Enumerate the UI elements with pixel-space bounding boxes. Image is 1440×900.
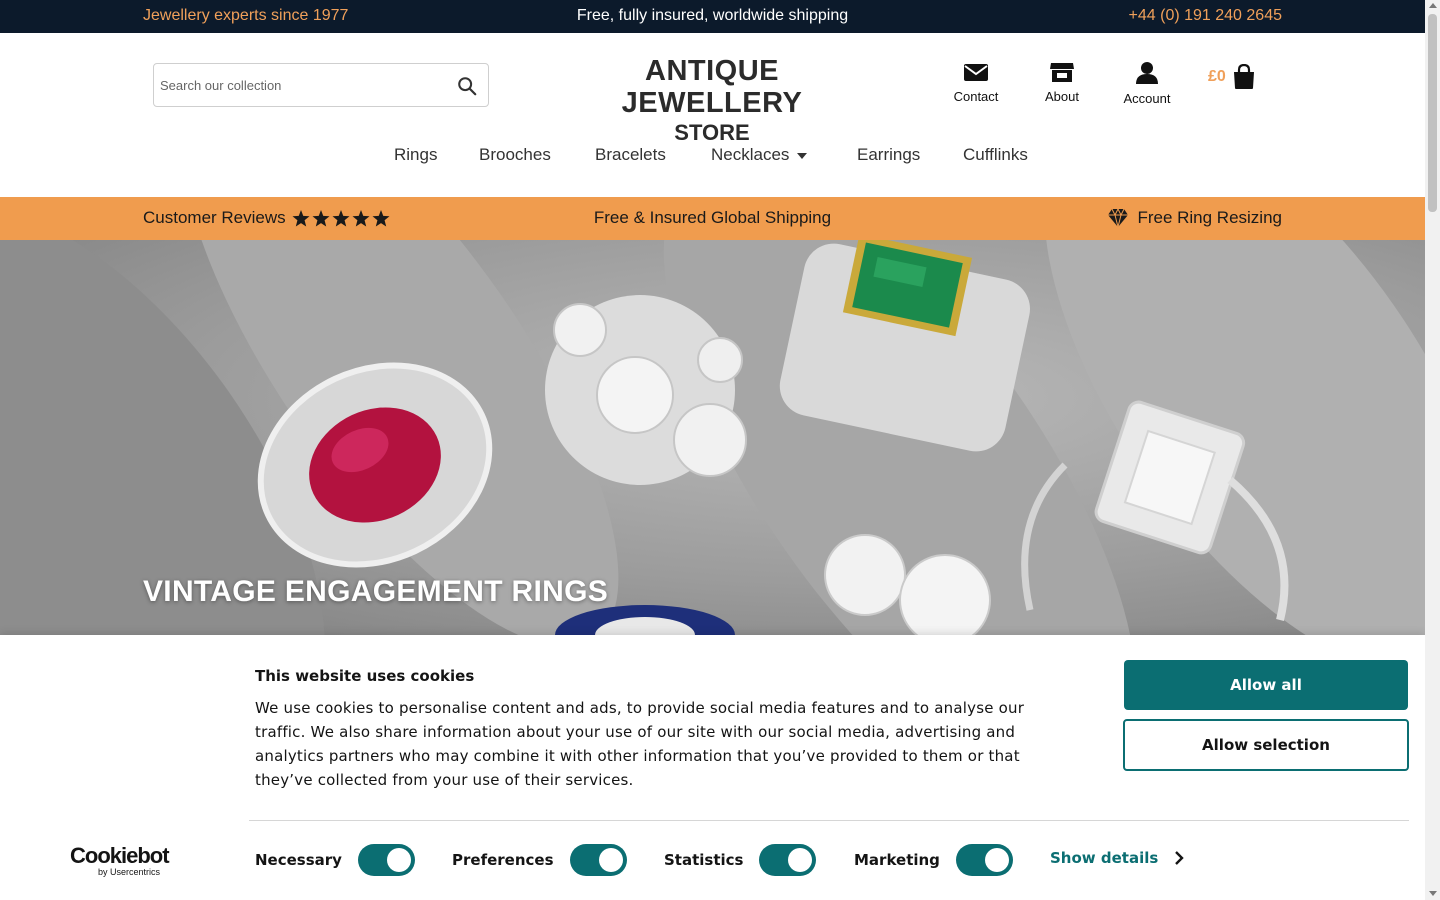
logo-line1: ANTIQUE JEWELLERY xyxy=(621,55,803,119)
cookie-description: We use cookies to personalise content an… xyxy=(255,699,1025,789)
about-link[interactable]: About xyxy=(1022,61,1102,104)
page-scrollbar[interactable] xyxy=(1425,0,1440,900)
hero-banner[interactable]: VINTAGE ENGAGEMENT RINGS xyxy=(0,240,1425,635)
cookie-title: This website uses cookies xyxy=(255,667,475,685)
site-logo[interactable]: ANTIQUE JEWELLERY STORE xyxy=(562,55,862,147)
cookiebot-sub: by Usercentrics xyxy=(98,867,161,877)
nav-brooches[interactable]: Brooches xyxy=(479,145,551,165)
main-navigation: Rings Brooches Bracelets Necklaces Earri… xyxy=(0,145,1425,171)
scroll-up-arrow-icon[interactable] xyxy=(1429,3,1437,8)
toggle-knob xyxy=(598,848,623,872)
consent-necessary-label: Necessary xyxy=(255,851,342,869)
consent-preferences: Preferences xyxy=(452,843,627,877)
account-label: Account xyxy=(1123,91,1171,106)
top-announcement-bar: Jewellery experts since 1977 Free, fully… xyxy=(0,0,1425,33)
store-icon xyxy=(1050,63,1074,82)
allow-selection-button[interactable]: Allow selection xyxy=(1123,719,1409,771)
search-input[interactable] xyxy=(160,64,450,106)
shopping-bag-icon xyxy=(1233,64,1254,89)
nav-earrings[interactable]: Earrings xyxy=(857,145,920,165)
allow-all-button[interactable]: Allow all xyxy=(1124,660,1408,710)
diamond-icon xyxy=(1108,208,1129,228)
cookie-divider xyxy=(249,820,1409,821)
show-details-label: Show details xyxy=(1050,849,1159,867)
about-label: About xyxy=(1045,89,1079,104)
cookiebot-brand: Cookiebot xyxy=(70,843,170,868)
chevron-down-icon xyxy=(797,152,808,159)
contact-link[interactable]: Contact xyxy=(936,61,1016,104)
site-header: ANTIQUE JEWELLERY STORE Contact About Ac… xyxy=(0,33,1425,197)
hero-title: VINTAGE ENGAGEMENT RINGS xyxy=(143,575,609,608)
consent-marketing-label: Marketing xyxy=(854,851,940,869)
toggle-knob xyxy=(386,848,411,872)
logo-line2: STORE xyxy=(674,120,750,145)
toggle-knob xyxy=(984,848,1009,872)
scroll-thumb[interactable] xyxy=(1428,14,1437,212)
consent-statistics-label: Statistics xyxy=(664,851,744,869)
necessary-toggle[interactable] xyxy=(357,844,415,876)
cart-button[interactable]: £0 xyxy=(1208,63,1256,91)
cookiebot-logo[interactable]: Cookiebot by Usercentrics xyxy=(70,845,180,880)
consent-marketing: Marketing xyxy=(854,843,1013,877)
cookie-consent-banner: Cookiebot by Usercentrics This website u… xyxy=(0,635,1425,900)
scroll-down-arrow-icon[interactable] xyxy=(1429,891,1437,896)
envelope-icon xyxy=(964,64,988,81)
consent-preferences-label: Preferences xyxy=(452,851,554,869)
nav-rings[interactable]: Rings xyxy=(394,145,437,165)
contact-label: Contact xyxy=(953,89,999,104)
nav-bracelets[interactable]: Bracelets xyxy=(595,145,666,165)
consent-necessary: Necessary xyxy=(255,843,415,877)
marketing-toggle[interactable] xyxy=(955,844,1013,876)
consent-statistics: Statistics xyxy=(664,843,817,877)
ring-resizing: Free Ring Resizing xyxy=(1107,208,1282,228)
account-link[interactable]: Account xyxy=(1107,61,1187,106)
show-details-link[interactable]: Show details xyxy=(1050,849,1184,867)
promo-bar: Customer Reviews Free & Insured Global S… xyxy=(0,197,1425,240)
search-box xyxy=(153,63,489,107)
nav-cufflinks[interactable]: Cufflinks xyxy=(963,145,1028,165)
preferences-toggle[interactable] xyxy=(569,844,627,876)
nav-necklaces-label: Necklaces xyxy=(711,145,790,164)
nav-necklaces[interactable]: Necklaces xyxy=(711,145,808,165)
cart-amount: £0 xyxy=(1208,68,1226,85)
statistics-toggle[interactable] xyxy=(759,844,817,876)
phone-link[interactable]: +44 (0) 191 240 2645 xyxy=(1129,7,1282,25)
chevron-right-icon xyxy=(1175,851,1184,865)
ring-resizing-label: Free Ring Resizing xyxy=(1137,208,1282,227)
toggle-knob xyxy=(788,848,813,872)
user-icon xyxy=(1136,62,1158,84)
search-icon[interactable] xyxy=(456,75,478,97)
